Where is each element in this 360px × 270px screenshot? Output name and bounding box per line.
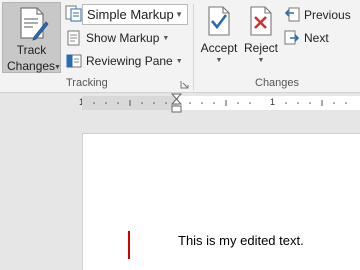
previous-label: Previous <box>304 8 351 22</box>
group-divider <box>193 4 194 90</box>
previous-change-button[interactable]: Previous <box>284 5 351 25</box>
chevron-down-icon: ▼ <box>162 34 170 42</box>
track-changes-label-1: Track <box>16 43 47 57</box>
tracking-group-label: Tracking <box>66 77 108 89</box>
show-markup-icon <box>67 30 80 46</box>
change-bar <box>128 231 130 259</box>
ruler-area: 1 1 <box>0 93 360 113</box>
markup-view-select[interactable]: Simple Markup ▼ <box>82 4 188 25</box>
show-markup-button[interactable]: Show Markup ▼ <box>66 28 169 48</box>
reject-icon <box>250 6 272 36</box>
reject-button[interactable]: Reject ▼ <box>242 6 280 74</box>
next-change-icon <box>284 30 300 45</box>
ruler-ticks <box>93 100 347 106</box>
ruler-right-number: 1 <box>270 97 276 107</box>
track-changes-button[interactable]: Track Changes ▼ <box>2 2 61 73</box>
chevron-down-icon: ▼ <box>215 57 223 64</box>
document-text[interactable]: This is my edited text. <box>178 233 304 248</box>
accept-label: Accept <box>200 41 238 55</box>
chevron-down-icon: ▼ <box>175 57 183 65</box>
reviewing-pane-icon <box>66 54 82 68</box>
next-label: Next <box>304 31 329 45</box>
track-changes-icon <box>20 7 49 41</box>
changes-group-label: Changes <box>255 77 300 89</box>
display-for-review-icon <box>65 5 82 22</box>
chevron-down-icon: ▼ <box>175 10 183 19</box>
chevron-down-icon: ▼ <box>257 57 265 64</box>
track-changes-label-2: Changes <box>7 59 56 73</box>
reviewing-pane-label: Reviewing Pane <box>86 54 173 68</box>
reject-label: Reject <box>243 41 278 55</box>
previous-change-icon <box>284 7 300 22</box>
accept-button[interactable]: Accept ▼ <box>197 6 241 74</box>
horizontal-ruler[interactable]: 1 <box>82 96 360 110</box>
markup-view-value: Simple Markup <box>87 7 174 22</box>
dialog-launcher-icon[interactable] <box>180 80 189 89</box>
show-markup-label: Show Markup <box>86 31 160 45</box>
document-page[interactable]: This is my edited text. <box>82 133 360 270</box>
accept-icon <box>208 6 230 36</box>
next-change-button[interactable]: Next <box>284 28 329 48</box>
indent-marker-icon[interactable] <box>171 93 182 115</box>
chevron-down-icon: ▼ <box>54 64 61 71</box>
reviewing-pane-button[interactable]: Reviewing Pane ▼ <box>66 51 183 71</box>
review-ribbon: Track Changes ▼ Simple Markup ▼ Show Mar… <box>0 0 360 93</box>
